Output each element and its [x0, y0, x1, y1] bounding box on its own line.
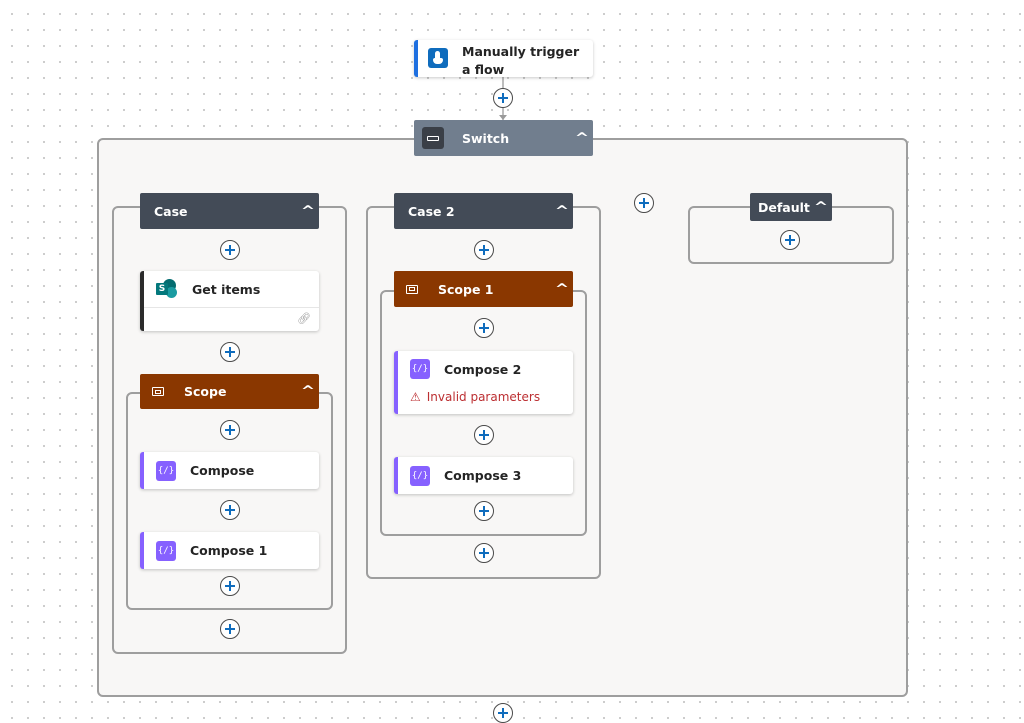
add-case-button[interactable]	[634, 193, 654, 213]
switch-header[interactable]: Switch ^	[414, 120, 593, 156]
collapse-chevron-icon[interactable]: ^	[548, 282, 577, 297]
insert-step-button[interactable]	[220, 342, 240, 362]
scope-label: Scope	[184, 384, 227, 399]
insert-step-button[interactable]	[220, 420, 240, 440]
touch-hand-icon	[428, 48, 448, 68]
collapse-chevron-icon[interactable]: ^	[294, 204, 323, 219]
default-label: Default	[758, 199, 810, 215]
default-header[interactable]: Default ^	[750, 193, 832, 221]
insert-step-button[interactable]	[780, 230, 800, 250]
insert-step-button[interactable]	[474, 501, 494, 521]
compose-3-card[interactable]: {/} Compose 3	[394, 457, 573, 494]
scope-1-header[interactable]: Scope 1 ^	[394, 271, 573, 307]
collapse-chevron-icon[interactable]: ^	[548, 204, 577, 219]
scope-1-label: Scope 1	[438, 281, 494, 297]
case-2-header[interactable]: Case 2 ^	[394, 193, 573, 229]
case-header[interactable]: Case ^	[140, 193, 319, 229]
insert-step-button[interactable]	[220, 619, 240, 639]
compose-icon: {/}	[156, 460, 176, 481]
insert-step-button[interactable]	[474, 543, 494, 563]
compose-2-label: Compose 2	[444, 361, 522, 377]
insert-step-button[interactable]	[474, 240, 494, 260]
warning-icon: ⚠︎	[410, 390, 421, 404]
compose-2-card[interactable]: {/} Compose 2 ⚠︎ Invalid parameters	[394, 351, 573, 414]
compose-3-label: Compose 3	[444, 468, 522, 483]
compose-label: Compose	[190, 463, 255, 478]
switch-icon	[422, 127, 444, 149]
switch-label: Switch	[462, 130, 510, 146]
collapse-chevron-icon[interactable]: ^	[294, 384, 323, 399]
trigger-card[interactable]: Manually trigger a flow	[414, 40, 593, 77]
get-items-row: S Get items	[144, 271, 319, 307]
insert-step-button[interactable]	[493, 88, 513, 108]
sharepoint-icon: S	[156, 279, 178, 299]
insert-step-button[interactable]	[220, 500, 240, 520]
collapse-chevron-icon[interactable]: ^	[807, 200, 836, 215]
get-items-card[interactable]: S Get items 🔗︎	[140, 271, 319, 331]
compose-icon: {/}	[410, 359, 430, 379]
case-label: Case	[154, 203, 188, 219]
get-items-label: Get items	[192, 281, 261, 297]
case-2-label: Case 2	[408, 203, 455, 219]
compose-1-label: Compose 1	[190, 543, 268, 558]
get-items-footer: 🔗︎	[144, 307, 319, 331]
insert-step-button[interactable]	[493, 703, 513, 723]
scope-icon	[406, 284, 418, 294]
insert-step-button[interactable]	[220, 576, 240, 596]
scope-header[interactable]: Scope ^	[140, 374, 319, 409]
compose-icon: {/}	[156, 540, 176, 561]
link-icon[interactable]: 🔗︎	[297, 312, 311, 325]
compose-2-row: {/} Compose 2	[398, 351, 573, 387]
compose-1-card[interactable]: {/} Compose 1	[140, 532, 319, 569]
scope-icon	[152, 387, 164, 396]
error-message: ⚠︎ Invalid parameters	[398, 387, 573, 407]
error-text: Invalid parameters	[426, 390, 541, 404]
insert-step-button[interactable]	[220, 240, 240, 260]
collapse-chevron-icon[interactable]: ^	[568, 131, 597, 146]
compose-card[interactable]: {/} Compose	[140, 452, 319, 489]
trigger-label: Manually trigger a flow	[462, 44, 580, 77]
compose-icon: {/}	[410, 465, 430, 486]
insert-step-button[interactable]	[474, 425, 494, 445]
insert-step-button[interactable]	[474, 318, 494, 338]
